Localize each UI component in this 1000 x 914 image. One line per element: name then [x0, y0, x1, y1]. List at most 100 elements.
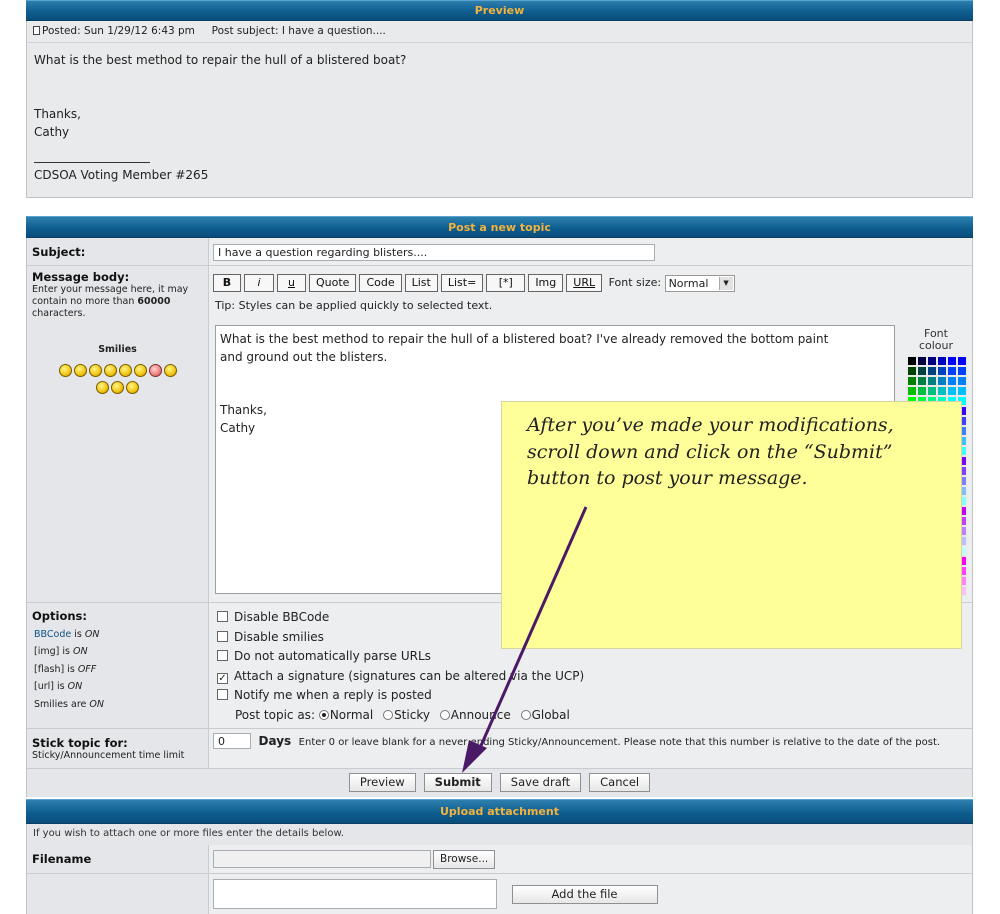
idea-smiley-icon[interactable] — [126, 380, 139, 394]
colour-swatch[interactable] — [917, 366, 927, 376]
instruction-callout: After you’ve made your modifications, sc… — [501, 401, 962, 649]
font-size-label: Font size: — [608, 276, 662, 289]
attach-signature-checkbox[interactable]: ✓ — [217, 672, 228, 684]
ordered-list-button[interactable]: List= — [440, 274, 484, 292]
callout-line: After you’ve made your modifications, — [527, 414, 894, 436]
smiley-icon[interactable] — [73, 363, 87, 377]
preview-body: What is the best method to repair the hu… — [26, 42, 973, 198]
bbcode-link[interactable]: BBCode — [34, 629, 71, 640]
post-meta: Posted: Sun 1/29/12 6:43 pm Post subject… — [26, 21, 973, 42]
smilies-status: Smilies are ON — [34, 698, 104, 710]
filename-input[interactable] — [213, 850, 431, 868]
disable-smilies-checkbox[interactable] — [217, 630, 228, 642]
flash-status: [flash] is OFF — [34, 663, 97, 675]
submit-button-bar: Preview Submit Save draft Cancel — [26, 769, 973, 797]
subject-input[interactable]: I have a question regarding blisters.... — [213, 244, 655, 261]
smiley-icon[interactable] — [133, 363, 147, 377]
colour-swatch[interactable] — [947, 366, 957, 376]
style-tip: Tip: Styles can be applied quickly to se… — [215, 299, 493, 312]
img-button[interactable]: Img — [528, 274, 564, 292]
stick-topic-label: Stick topic for: — [32, 736, 128, 750]
post-topic-header: Post a new topic — [26, 216, 973, 238]
stick-days-input[interactable]: 0 — [213, 733, 251, 749]
filename-label: Filename — [32, 852, 92, 866]
preview-header: Preview — [26, 0, 973, 21]
colour-swatch[interactable] — [907, 376, 917, 386]
cancel-button[interactable]: Cancel — [589, 773, 651, 792]
days-label: Days — [258, 734, 292, 748]
attach-signature-option[interactable]: ✓ Attach a signature (signatures can be a… — [217, 667, 968, 687]
preview-line: What is the best method to repair the hu… — [34, 53, 407, 67]
colour-swatch[interactable] — [957, 366, 967, 376]
colour-swatch[interactable] — [937, 366, 947, 376]
add-file-button[interactable]: Add the file — [511, 885, 658, 904]
colour-swatch[interactable] — [907, 356, 917, 366]
quote-button[interactable]: Quote — [309, 274, 357, 292]
notify-option[interactable]: Notify me when a reply is posted — [217, 686, 968, 706]
exclamation-smiley-icon[interactable] — [96, 380, 109, 394]
preview-button[interactable]: Preview — [348, 773, 416, 792]
colour-swatch[interactable] — [947, 376, 957, 386]
no-parse-urls-option[interactable]: Do not automatically parse URLs — [217, 647, 968, 667]
browse-button[interactable]: Browse... — [433, 850, 496, 869]
question-smiley-icon[interactable] — [111, 380, 124, 394]
preview-panel: Preview Posted: Sun 1/29/12 6:43 pm Post… — [26, 0, 973, 198]
colour-swatch[interactable] — [947, 386, 957, 396]
smiley-icon[interactable] — [103, 363, 117, 377]
underline-button[interactable]: u — [277, 274, 306, 292]
post-type-row: Post topic as: Normal Sticky Announce Gl… — [235, 707, 570, 722]
global-radio[interactable] — [520, 709, 531, 720]
disable-bbcode-checkbox[interactable] — [217, 611, 228, 622]
colour-swatch[interactable] — [937, 376, 947, 386]
save-draft-button[interactable]: Save draft — [499, 773, 582, 792]
colour-swatch[interactable] — [947, 356, 957, 366]
list-item-button[interactable]: [*] — [486, 274, 526, 292]
colour-swatch[interactable] — [937, 356, 947, 366]
upload-header: Upload attachment — [26, 799, 973, 824]
url-button[interactable]: URL — [566, 274, 603, 292]
bold-button[interactable]: B — [213, 274, 241, 292]
colour-swatch[interactable] — [907, 386, 917, 396]
post-icon — [33, 26, 40, 35]
colour-swatch[interactable] — [927, 356, 937, 366]
colour-swatch[interactable] — [927, 366, 937, 376]
smiley-icon[interactable] — [163, 363, 177, 377]
url-status: [url] is ON — [34, 681, 83, 692]
chevron-down-icon: ▼ — [718, 276, 733, 290]
font-size-select[interactable]: Normal ▼ — [664, 274, 735, 292]
smiley-icon[interactable] — [118, 363, 132, 377]
smiley-icon[interactable] — [58, 363, 72, 377]
smiley-icon[interactable] — [148, 363, 162, 377]
italic-button[interactable]: i — [244, 274, 274, 292]
colour-swatch[interactable] — [957, 386, 967, 396]
callout-line: button to post your message. — [527, 467, 808, 489]
colour-swatch[interactable] — [917, 386, 927, 396]
list-button[interactable]: List — [404, 274, 438, 292]
smiley-icon[interactable] — [88, 363, 102, 377]
colour-swatch[interactable] — [957, 356, 967, 366]
upload-panel: Upload attachment If you wish to attach … — [26, 799, 973, 914]
options-label: Options: — [32, 609, 87, 623]
message-hint: Enter your message here, it may contain … — [32, 284, 189, 319]
message-body-label: Message body: — [32, 270, 130, 284]
colour-swatch[interactable] — [907, 366, 917, 376]
sticky-radio[interactable] — [383, 709, 394, 720]
announce-radio[interactable] — [439, 709, 450, 720]
submit-button[interactable]: Submit — [423, 773, 492, 792]
signature: CDSOA Voting Member #265 — [34, 168, 209, 182]
smilies-list — [32, 361, 203, 395]
colour-swatch[interactable] — [917, 356, 927, 366]
colour-swatch[interactable] — [957, 376, 967, 386]
colour-swatch[interactable] — [927, 376, 937, 386]
notify-checkbox[interactable] — [217, 689, 228, 700]
no-parse-urls-checkbox[interactable] — [217, 650, 228, 661]
code-button[interactable]: Code — [359, 274, 402, 292]
colour-swatch[interactable] — [927, 386, 937, 396]
colour-swatch[interactable] — [917, 376, 927, 386]
colour-swatch[interactable] — [937, 386, 947, 396]
callout-line: scroll down and click on the “Submit” — [527, 440, 893, 463]
upload-info: If you wish to attach one or more files … — [26, 824, 973, 845]
normal-radio[interactable] — [318, 709, 329, 720]
post-subject-label: Post subject: I have a question.... — [211, 25, 386, 37]
posted-label: Posted: Sun 1/29/12 6:43 pm — [42, 25, 195, 37]
